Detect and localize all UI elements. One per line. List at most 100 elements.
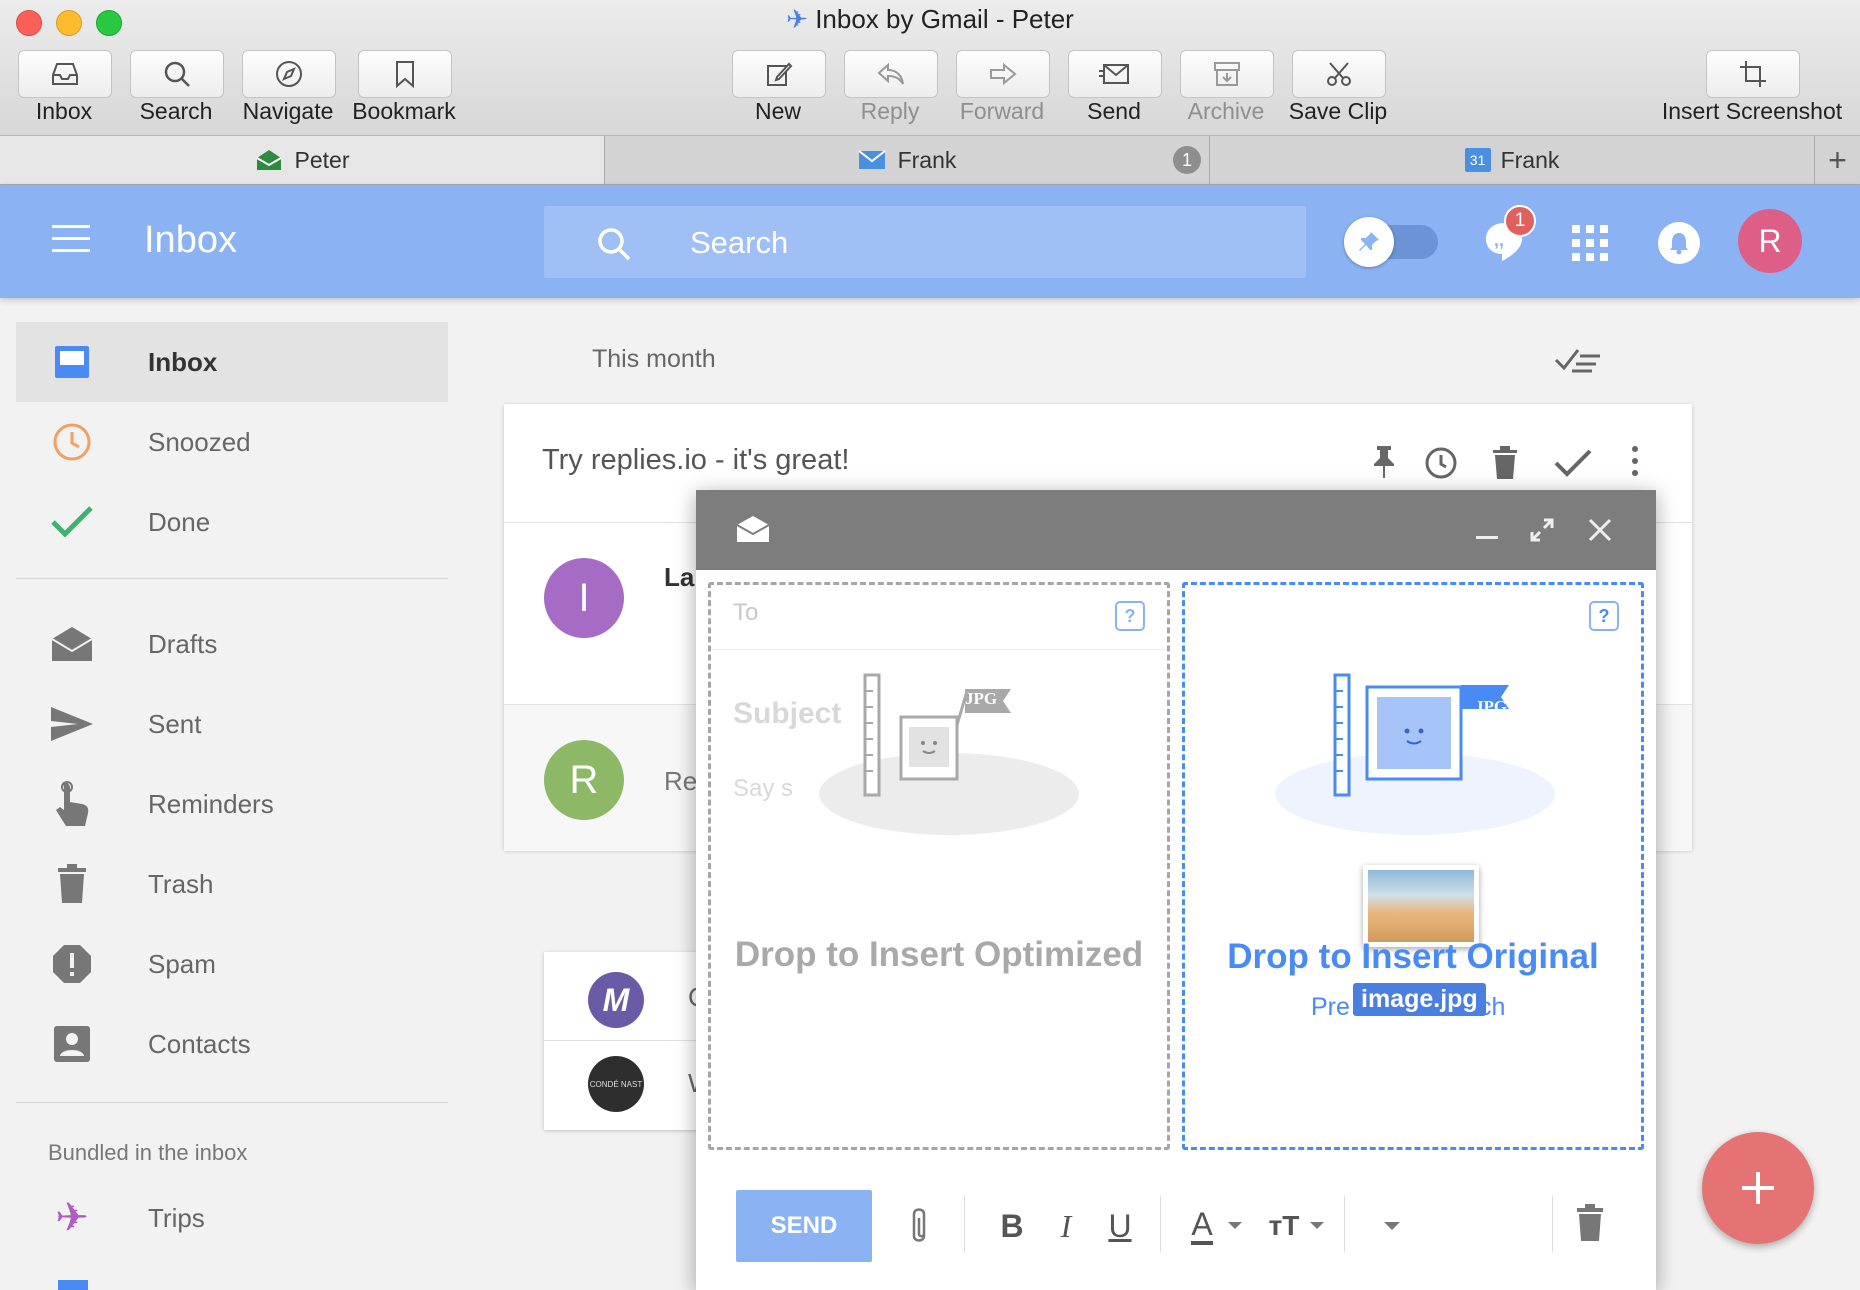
reminder-finger-icon (36, 780, 108, 828)
jpg-tag: JPG (1475, 697, 1508, 716)
sidebar-item-label: Trips (148, 1202, 205, 1233)
text-size-icon[interactable]: тT (1262, 1204, 1306, 1248)
search-icon (598, 228, 631, 261)
bold-icon[interactable]: B (992, 1204, 1032, 1248)
paperclip-icon[interactable] (908, 1206, 930, 1246)
card-subject[interactable]: Try replies.io - it's great! (542, 444, 849, 477)
send-button[interactable]: SEND (736, 1190, 872, 1262)
more-formatting-chevron-icon[interactable] (1384, 1222, 1400, 1230)
pin-icon[interactable] (1370, 444, 1398, 480)
notifications-bell-icon[interactable] (1658, 222, 1700, 264)
sidebar-item-label: Snoozed (148, 426, 251, 457)
tab-peter[interactable]: Peter (0, 136, 605, 184)
page-title: Inbox (144, 219, 237, 261)
search-toolbar-label: Search (139, 98, 213, 124)
drop-zone-optimized[interactable]: To ? Subject Say s JPG Drop to Insert Op… (708, 582, 1170, 1150)
plus-icon: + (1828, 141, 1847, 178)
to-field[interactable]: To (733, 599, 758, 627)
drop-hint-start: Pre (1311, 993, 1350, 1021)
window-title: ✈ Inbox by Gmail - Peter (786, 4, 1074, 34)
plus-icon (1742, 1172, 1774, 1204)
sidebar-item-label: Reminders (148, 788, 274, 819)
forward-toolbar-label: Forward (959, 98, 1045, 124)
tab-frank-calendar[interactable]: 31 Frank (1210, 136, 1815, 184)
apps-grid-icon[interactable] (1572, 225, 1608, 261)
sidebar-item-sent[interactable]: Sent (16, 684, 448, 764)
text-color-icon[interactable]: A (1182, 1204, 1222, 1248)
help-button[interactable]: ? (1589, 601, 1619, 631)
calendar-icon: 31 (1464, 148, 1491, 172)
snooze-clock-icon[interactable] (1424, 446, 1458, 480)
hangouts-button[interactable]: ,, 1 (1484, 205, 1536, 263)
insert-screenshot-toolbar-button[interactable] (1706, 50, 1800, 98)
minimize-icon[interactable] (1476, 536, 1498, 539)
forward-toolbar-button[interactable] (956, 50, 1050, 98)
send-toolbar-button[interactable] (1068, 50, 1162, 98)
tab-bar: Peter Frank 1 31 Frank + (0, 136, 1860, 185)
close-icon[interactable] (1588, 518, 1612, 542)
dragged-image-thumbnail (1363, 865, 1479, 947)
navigate-toolbar-label: Navigate (242, 98, 334, 124)
drop-zone-original[interactable]: ? JPG Drop to Insert Original Pre ch ima… (1182, 582, 1644, 1150)
contacts-icon (36, 1025, 108, 1063)
mail-envelope-icon (857, 150, 886, 169)
sidebar-item-snoozed[interactable]: Snoozed (16, 402, 448, 482)
new-tab-button[interactable]: + (1815, 136, 1860, 184)
body-field[interactable]: Say s (733, 775, 793, 803)
new-toolbar-button[interactable] (732, 50, 826, 98)
scissors-icon (1327, 62, 1351, 86)
chevron-down-icon[interactable] (1228, 1222, 1242, 1229)
underline-icon[interactable]: U (1100, 1204, 1140, 1248)
toolbar-separator (964, 1196, 965, 1252)
save-clip-toolbar-button[interactable] (1292, 50, 1386, 98)
sidebar-item-trash[interactable]: Trash (16, 844, 448, 924)
toolbar-separator (1160, 1196, 1161, 1252)
italic-icon[interactable]: I (1046, 1204, 1086, 1248)
inbox-toolbar-button[interactable] (18, 50, 112, 98)
pin-toggle[interactable] (1344, 217, 1438, 267)
chevron-down-icon[interactable] (1310, 1222, 1324, 1229)
compose-fab-button[interactable] (1702, 1132, 1814, 1244)
sidebar-item-done[interactable]: Done (16, 482, 448, 562)
sweep-done-icon[interactable] (1554, 346, 1604, 379)
mark-done-check-icon[interactable] (1554, 448, 1592, 478)
drop-optimized-label: Drop to Insert Optimized (734, 935, 1144, 974)
bookmark-toolbar-button[interactable] (358, 50, 452, 98)
search-input[interactable]: Search (544, 206, 1306, 278)
tab-frank-mail[interactable]: Frank 1 (605, 136, 1210, 184)
compass-icon (276, 61, 302, 87)
expand-icon[interactable] (1530, 518, 1554, 542)
compose-header (696, 490, 1656, 570)
sidebar-item-drafts[interactable]: Drafts (16, 604, 448, 684)
inbox-toolbar-label: Inbox (35, 98, 93, 124)
trash-icon[interactable] (1492, 446, 1518, 480)
reply-toolbar-button[interactable] (844, 50, 938, 98)
search-toolbar-button[interactable] (130, 50, 224, 98)
navigate-toolbar-button[interactable] (242, 50, 336, 98)
trash-icon (36, 864, 108, 904)
pin-icon (1344, 217, 1394, 267)
search-placeholder: Search (690, 225, 789, 260)
archive-toolbar-button[interactable] (1180, 50, 1274, 98)
sidebar-item-spam[interactable]: Spam (16, 924, 448, 1004)
reply-toolbar-label: Reply (860, 98, 920, 124)
sidebar-item-label: Inbox (148, 346, 218, 377)
sidebar-item-reminders[interactable]: Reminders (16, 764, 448, 844)
subject-field[interactable]: Subject (733, 697, 841, 731)
resize-illustration-icon (863, 673, 1011, 797)
drop-original-label: Drop to Insert Original (1227, 937, 1599, 976)
more-options-icon[interactable] (1632, 446, 1640, 476)
reply-placeholder: Re (664, 766, 698, 796)
sidebar-item-inbox[interactable]: Inbox (16, 322, 448, 402)
avatar[interactable]: R (1738, 209, 1802, 273)
message-sender[interactable]: La (664, 562, 694, 593)
sidebar-item-trips[interactable]: ✈ Trips (16, 1178, 448, 1258)
help-button[interactable]: ? (1115, 601, 1145, 631)
sidebar-item-contacts[interactable]: Contacts (16, 1004, 448, 1084)
brand-logo-icon: M (588, 972, 644, 1028)
new-toolbar-label: New (754, 98, 801, 124)
menu-hamburger-icon[interactable] (52, 225, 90, 253)
discard-draft-trash-icon[interactable] (1576, 1204, 1604, 1242)
bookmark-icon (396, 61, 414, 88)
sidebar-item-label: Done (148, 506, 211, 537)
